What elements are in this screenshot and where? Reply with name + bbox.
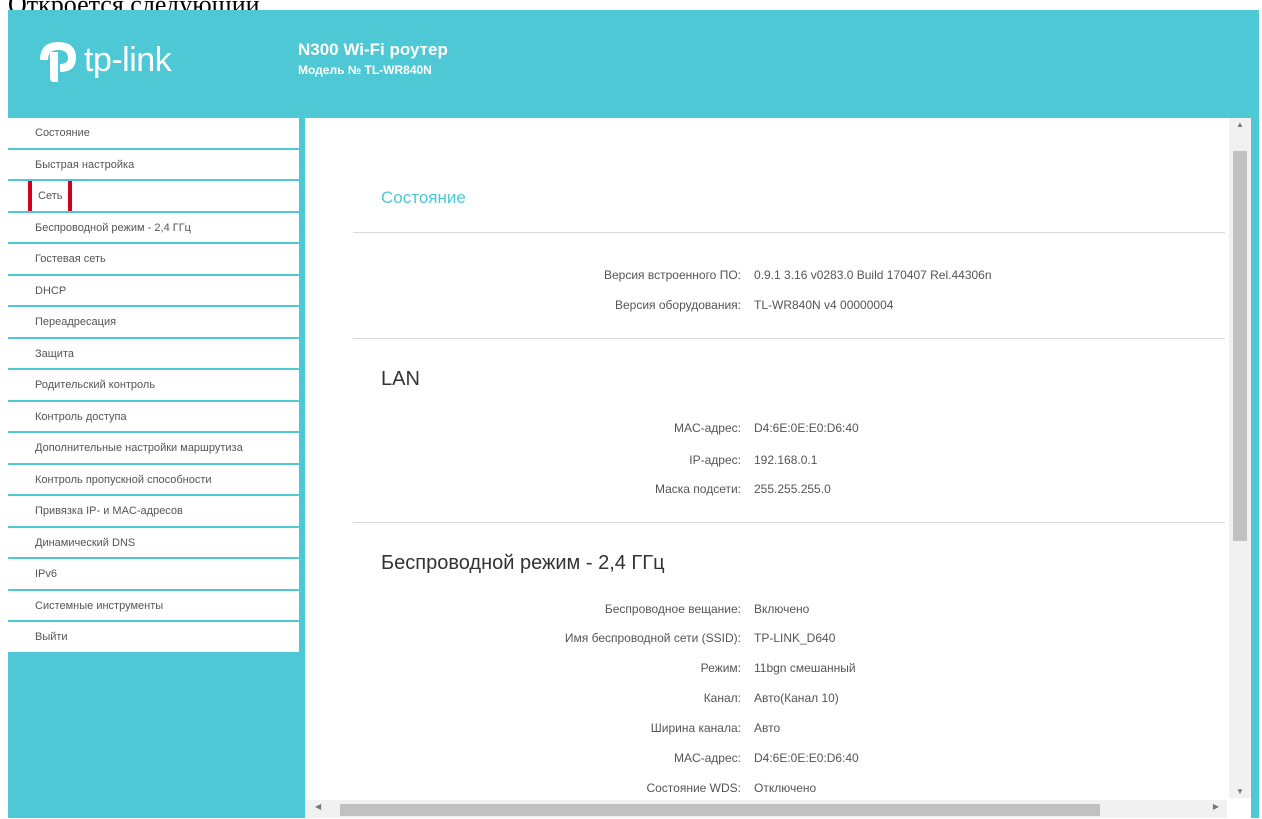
sidebar-item-label: Выйти <box>35 631 68 643</box>
info-row-lan-mac: MAC-адрес: D4:6E:0E:E0:D6:40 <box>305 421 1227 441</box>
info-value: 192.168.0.1 <box>754 453 818 467</box>
sidebar-item-label: Динамический DNS <box>35 536 136 549</box>
horizontal-scrollbar[interactable]: ◀ ▶ <box>305 800 1227 818</box>
scroll-left-icon[interactable]: ◀ <box>315 802 321 811</box>
info-value: TP-LINK_D640 <box>754 631 836 645</box>
info-label: Маска подсети: <box>654 482 741 496</box>
info-label: Имя беспроводной сети (SSID): <box>564 631 741 645</box>
section-title-wireless: Беспроводной режим - 2,4 ГГц <box>381 552 665 574</box>
sidebar-item-advanced-routing[interactable]: Дополнительные настройки маршрутиза <box>8 433 299 465</box>
info-label: MAC-адрес: <box>673 751 741 765</box>
sidebar-item-dhcp[interactable]: DHCP <box>8 275 299 307</box>
vertical-scrollbar[interactable]: ▲ ▼ <box>1229 118 1251 798</box>
sidebar-item-label: Привязка IP- и MAC-адресов <box>35 505 183 517</box>
horizontal-scroll-thumb[interactable] <box>340 804 1100 816</box>
info-value: Авто <box>754 721 781 735</box>
info-row-wireless-width: Ширина канала: Авто <box>305 721 1227 741</box>
sidebar-menu: Состояние Быстрая настройка Сеть Беспров… <box>8 118 299 818</box>
info-value: D4:6E:0E:E0:D6:40 <box>754 421 859 435</box>
sidebar-item-label: Родительский контроль <box>35 379 156 391</box>
sidebar-item-label: Контроль пропускной способности <box>35 473 212 486</box>
sidebar-item-status[interactable]: Состояние <box>8 118 299 150</box>
sidebar-item-label: IPv6 <box>35 568 58 580</box>
info-row-firmware: Версия встроенного ПО: 0.9.1 3.16 v0283.… <box>305 268 1227 288</box>
info-label: Беспроводное вещание: <box>604 602 741 616</box>
sidebar-item-system-tools[interactable]: Системные инструменты <box>8 590 299 622</box>
sidebar-item-label: Системные инструменты <box>35 599 164 612</box>
sidebar-item-parental-control[interactable]: Родительский контроль <box>8 370 299 402</box>
info-value: D4:6E:0E:E0:D6:40 <box>754 751 859 765</box>
sidebar-item-network[interactable]: Сеть <box>8 181 299 213</box>
sidebar-item-label: Беспроводной режим - 2,4 ГГц <box>35 221 191 234</box>
sidebar-item-label: Гостевая сеть <box>35 253 106 265</box>
sidebar-item-label: DHCP <box>35 284 67 297</box>
info-label: MAC-адрес: <box>673 421 741 435</box>
info-label: Состояние WDS: <box>646 781 741 795</box>
scroll-right-icon[interactable]: ▶ <box>1213 802 1219 811</box>
sidebar-item-ip-mac-binding[interactable]: Привязка IP- и MAC-адресов <box>8 496 299 528</box>
divider <box>353 232 1225 233</box>
sidebar-item-forwarding[interactable]: Переадресация <box>8 307 299 339</box>
sidebar-item-access-control[interactable]: Контроль доступа <box>8 401 299 433</box>
info-value: Отключено <box>754 781 817 795</box>
info-row-wireless-broadcast: Беспроводное вещание: Включено <box>305 602 1227 622</box>
sidebar-item-logout[interactable]: Выйти <box>8 622 299 654</box>
info-label: Версия оборудования: <box>615 298 741 312</box>
info-label: Канал: <box>703 691 741 705</box>
router-admin-window: tp-link N300 Wi-Fi роутер Модель № TL-WR… <box>8 10 1259 818</box>
info-value: Авто(Канал 10) <box>754 691 839 705</box>
divider <box>353 338 1225 339</box>
info-row-wireless-mac: MAC-адрес: D4:6E:0E:E0:D6:40 <box>305 751 1227 771</box>
main-content: Состояние Версия встроенного ПО: 0.9.1 3… <box>305 118 1251 818</box>
info-label: Ширина канала: <box>650 721 741 735</box>
brand-name: tp-link <box>84 40 172 79</box>
sidebar-item-bandwidth-control[interactable]: Контроль пропускной способности <box>8 464 299 496</box>
info-label: Режим: <box>700 661 741 675</box>
scroll-up-icon[interactable]: ▲ <box>1229 120 1251 129</box>
info-value: Включено <box>754 602 810 616</box>
info-label: IP-адрес: <box>689 453 741 467</box>
model-info: N300 Wi-Fi роутер Модель № TL-WR840N <box>298 40 448 77</box>
info-row-wireless-wds: Состояние WDS: Отключено <box>305 781 1227 798</box>
divider <box>353 522 1225 523</box>
info-value: TL-WR840N v4 00000004 <box>754 298 894 312</box>
sidebar-item-label: Быстрая настройка <box>35 158 135 171</box>
sidebar-item-security[interactable]: Защита <box>8 338 299 370</box>
sidebar-item-label: Дополнительные настройки маршрутиза <box>35 442 243 454</box>
scroll-down-icon[interactable]: ▼ <box>1229 787 1251 796</box>
info-row-wireless-mode: Режим: 11bgn смешанный <box>305 661 1227 681</box>
model-title: N300 Wi-Fi роутер <box>298 40 448 59</box>
info-value: 0.9.1 3.16 v0283.0 Build 170407 Rel.4430… <box>754 268 992 282</box>
tp-link-logo-icon <box>40 42 76 82</box>
section-title-status: Состояние <box>381 188 466 207</box>
sidebar-item-ipv6[interactable]: IPv6 <box>8 559 299 591</box>
sidebar-item-wireless[interactable]: Беспроводной режим - 2,4 ГГц <box>8 212 299 244</box>
vertical-scroll-thumb[interactable] <box>1233 151 1247 541</box>
sidebar-item-quick-setup[interactable]: Быстрая настройка <box>8 149 299 181</box>
info-label: Версия встроенного ПО: <box>604 268 741 282</box>
sidebar-item-guest-network[interactable]: Гостевая сеть <box>8 244 299 276</box>
section-title-lan: LAN <box>381 368 420 390</box>
sidebar-item-label: Защита <box>35 347 74 360</box>
info-row-lan-mask: Маска подсети: 255.255.255.0 <box>305 482 1227 502</box>
header: tp-link N300 Wi-Fi роутер Модель № TL-WR… <box>8 10 1259 118</box>
sidebar-item-dynamic-dns[interactable]: Динамический DNS <box>8 527 299 559</box>
sidebar-item-label: Сеть <box>27 181 73 211</box>
info-row-hardware: Версия оборудования: TL-WR840N v4 000000… <box>305 298 1227 318</box>
sidebar-item-label: Переадресация <box>35 316 117 328</box>
sidebar-item-label: Контроль доступа <box>35 410 127 423</box>
info-row-wireless-channel: Канал: Авто(Канал 10) <box>305 691 1227 711</box>
info-value: 11bgn смешанный <box>754 661 856 675</box>
model-number: Модель № TL-WR840N <box>298 63 432 77</box>
info-row-wireless-ssid: Имя беспроводной сети (SSID): TP-LINK_D6… <box>305 631 1227 651</box>
info-row-lan-ip: IP-адрес: 192.168.0.1 <box>305 453 1227 473</box>
info-value: 255.255.255.0 <box>754 482 831 496</box>
sidebar-item-label: Состояние <box>35 127 90 139</box>
tp-link-logo: tp-link <box>36 38 172 82</box>
content-scroll-area: Состояние Версия встроенного ПО: 0.9.1 3… <box>305 118 1227 798</box>
